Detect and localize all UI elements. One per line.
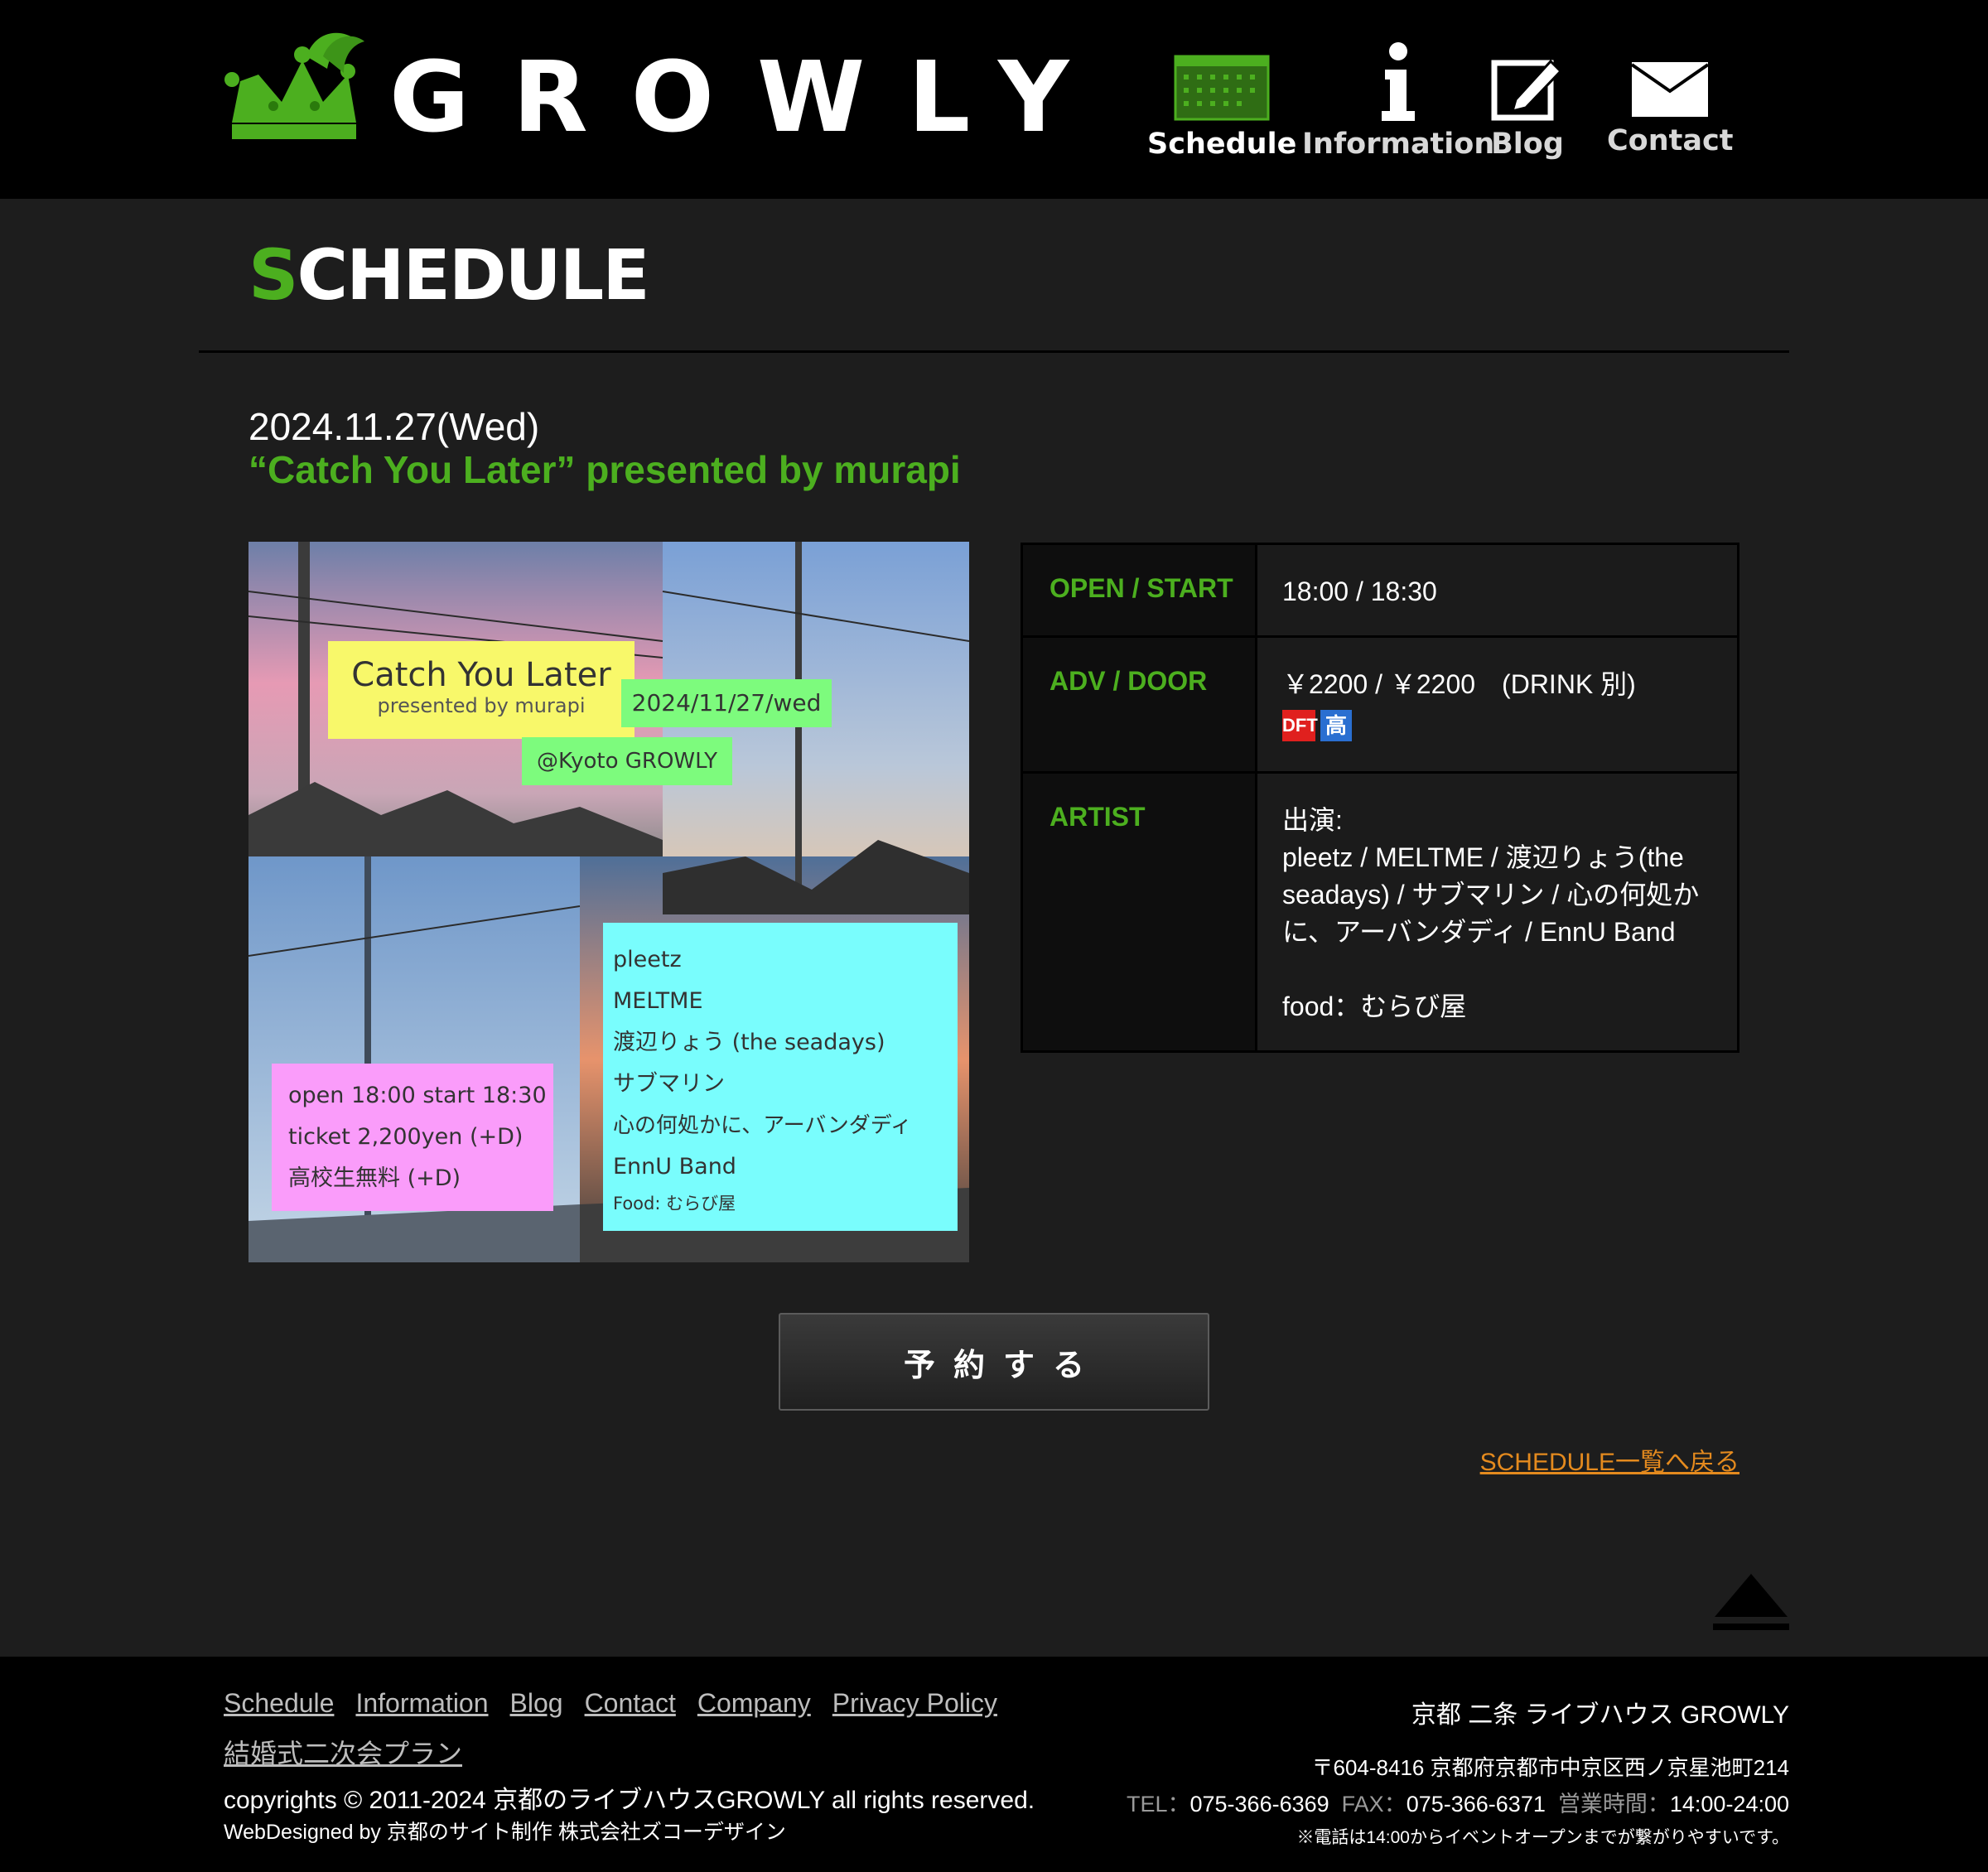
footer-nav: Schedule Information Blog Contact Company Pri… <box>224 1688 1019 1719</box>
table-row: ADV / DOOR ￥2200 / ￥2200 (DRINK 別) DFT 高 <box>1021 635 1740 774</box>
flyer-lineup-item: EnnU Band <box>613 1154 736 1180</box>
footer-link-privacy[interactable]: Privacy Policy <box>832 1688 997 1718</box>
dft-badge-icon: DFT <box>1282 710 1318 741</box>
nav-blog[interactable]: Blog <box>1491 56 1564 161</box>
footer-link-schedule[interactable]: Schedule <box>224 1688 334 1718</box>
flyer-lineup-item: 心の何処かに、アーバンダディ <box>613 1113 912 1138</box>
site-footer: Schedule Information Blog Contact Company Pri… <box>0 1657 1988 1872</box>
artist-line: seadays) / サブマリン / 心の何処か <box>1282 880 1700 909</box>
envelope-icon <box>1631 62 1710 117</box>
footer-link-company[interactable]: Company <box>697 1688 811 1718</box>
flyer-lineup-item: 渡辺りょう (the seadays) <box>613 1030 885 1055</box>
hours-label: 営業時間： <box>1557 1792 1670 1817</box>
event-info-table: OPEN / START 18:00 / 18:30 ADV / DOOR ￥2… <box>1021 543 1740 1053</box>
page-title-accent: S <box>248 234 298 316</box>
crown-logo-icon <box>224 32 364 139</box>
high-school-badge-icon: 高 <box>1320 710 1352 741</box>
artist-line <box>1282 951 1712 988</box>
logo-wordmark: GROWLY <box>389 40 1112 154</box>
nav-contact-label: Contact <box>1607 124 1734 157</box>
reserve-button[interactable]: 予約する <box>779 1313 1209 1411</box>
flyer-date-note: 2024/11/27/wed <box>621 679 832 727</box>
nav-blog-label: Blog <box>1491 128 1564 161</box>
venue-address: 〒604-8416 京都府京都市中京区西ノ京星池町214 <box>1311 1755 1789 1780</box>
footer-link-blog[interactable]: Blog <box>510 1688 563 1718</box>
flyer-lineup-item: MELTME <box>613 988 703 1014</box>
tel-number: 075-366-6369 <box>1189 1792 1329 1817</box>
nav-schedule-label: Schedule <box>1147 128 1297 161</box>
flyer-title-note: Catch You Later presented by murapi <box>328 641 635 739</box>
tel-label: TEL： <box>1126 1792 1190 1817</box>
artist-line: 出演: <box>1282 805 1343 835</box>
artist-line: food：むらび屋 <box>1282 991 1467 1021</box>
artist-line: に、アーバンダディ / EnnU Band <box>1282 917 1676 947</box>
event-date: 2024.11.27(Wed) <box>248 405 540 448</box>
venue-name: 京都 二条 ライブハウス GROWLY <box>1411 1701 1789 1729</box>
nav-contact[interactable]: Contact <box>1607 61 1733 157</box>
footer-nav-secondary: 結婚式二次会プラン <box>224 1733 462 1771</box>
phone-note: ※電話は14:00からイベントオープンまでが繋がりやすいです。 <box>1296 1828 1789 1847</box>
flyer-info-note: open 18:00 start 18:30 ticket 2,200yen (… <box>272 1064 553 1211</box>
fax-number: 075-366-6371 <box>1406 1792 1546 1817</box>
flyer-info-line: 高校生無料 (+D) <box>288 1165 461 1191</box>
flyer-lineup-item: pleetz <box>613 947 682 972</box>
event-title: “Catch You Later” presented by murapi <box>248 448 961 491</box>
business-hours: 14:00-24:00 <box>1669 1792 1789 1817</box>
table-value: ￥2200 / ￥2200 (DRINK 別) <box>1282 669 1636 699</box>
flyer-lineup-item: Food: むらび屋 <box>613 1194 736 1213</box>
info-icon <box>1382 42 1416 121</box>
table-value-cell: ￥2200 / ￥2200 (DRINK 別) DFT 高 <box>1255 635 1740 774</box>
fax-label: FAX： <box>1341 1792 1407 1817</box>
flyer-info-line: open 18:00 start 18:30 <box>288 1083 547 1108</box>
artist-line: pleetz / MELTME / 渡辺りょう(the <box>1282 842 1684 872</box>
flyer-info-line: ticket 2,200yen (+D) <box>288 1124 524 1150</box>
table-key: OPEN / START <box>1021 543 1257 638</box>
table-key: ADV / DOOR <box>1021 635 1257 774</box>
webdesign-credit: WebDesigned by 京都のサイト制作 株式会社ズコーデザイン <box>224 1821 786 1844</box>
nav-schedule[interactable]: Schedule <box>1147 51 1296 161</box>
footer-link-contact[interactable]: Contact <box>585 1688 676 1718</box>
flyer-venue-note: @Kyoto GROWLY <box>522 737 732 785</box>
calendar-icon <box>1174 55 1270 121</box>
flyer-lineup-item: サブマリン <box>613 1071 725 1097</box>
table-key: ARTIST <box>1021 771 1257 1053</box>
flyer-lineup-note: pleetz MELTME 渡辺りょう (the seadays) サブマリン … <box>603 923 958 1231</box>
table-row: ARTIST 出演: pleetz / MELTME / 渡辺りょう(the s… <box>1021 771 1740 1053</box>
footer-link-information[interactable]: Information <box>355 1688 488 1718</box>
table-value: 18:00 / 18:30 <box>1255 543 1740 638</box>
event-flyer: Catch You Later presented by murapi 2024… <box>248 542 969 1262</box>
site-header: GROWLY Schedule Information Blog Contact <box>0 0 1988 199</box>
site-logo[interactable]: GROWLY <box>224 23 1069 147</box>
nav-information[interactable]: Information <box>1302 41 1494 161</box>
pencil-edit-icon <box>1491 59 1563 121</box>
page-title-rest: CHEDULE <box>297 234 650 316</box>
venue-contact-line: TEL：075-366-6369 FAX：075-366-6371 営業時間：1… <box>1127 1786 1789 1818</box>
table-value-cell: 出演: pleetz / MELTME / 渡辺りょう(the seadays)… <box>1255 771 1740 1053</box>
nav-information-label: Information <box>1302 128 1495 161</box>
heading-divider <box>199 350 1789 353</box>
back-to-schedule-link[interactable]: SCHEDULE一覧へ戻る <box>1480 1441 1740 1478</box>
flyer-subtitle: presented by murapi <box>377 694 586 717</box>
ticket-badges: DFT 高 <box>1282 710 1712 741</box>
footer-link-wedding-plan[interactable]: 結婚式二次会プラン <box>224 1739 462 1768</box>
table-row: OPEN / START 18:00 / 18:30 <box>1021 543 1740 638</box>
copyright-text: copyrights © 2011-2024 京都のライブハウスGROWLY a… <box>224 1787 1035 1814</box>
page-title: SCHEDULE <box>248 240 650 310</box>
flyer-title: Catch You Later <box>351 656 611 694</box>
scroll-to-top-icon[interactable] <box>1713 1572 1789 1632</box>
